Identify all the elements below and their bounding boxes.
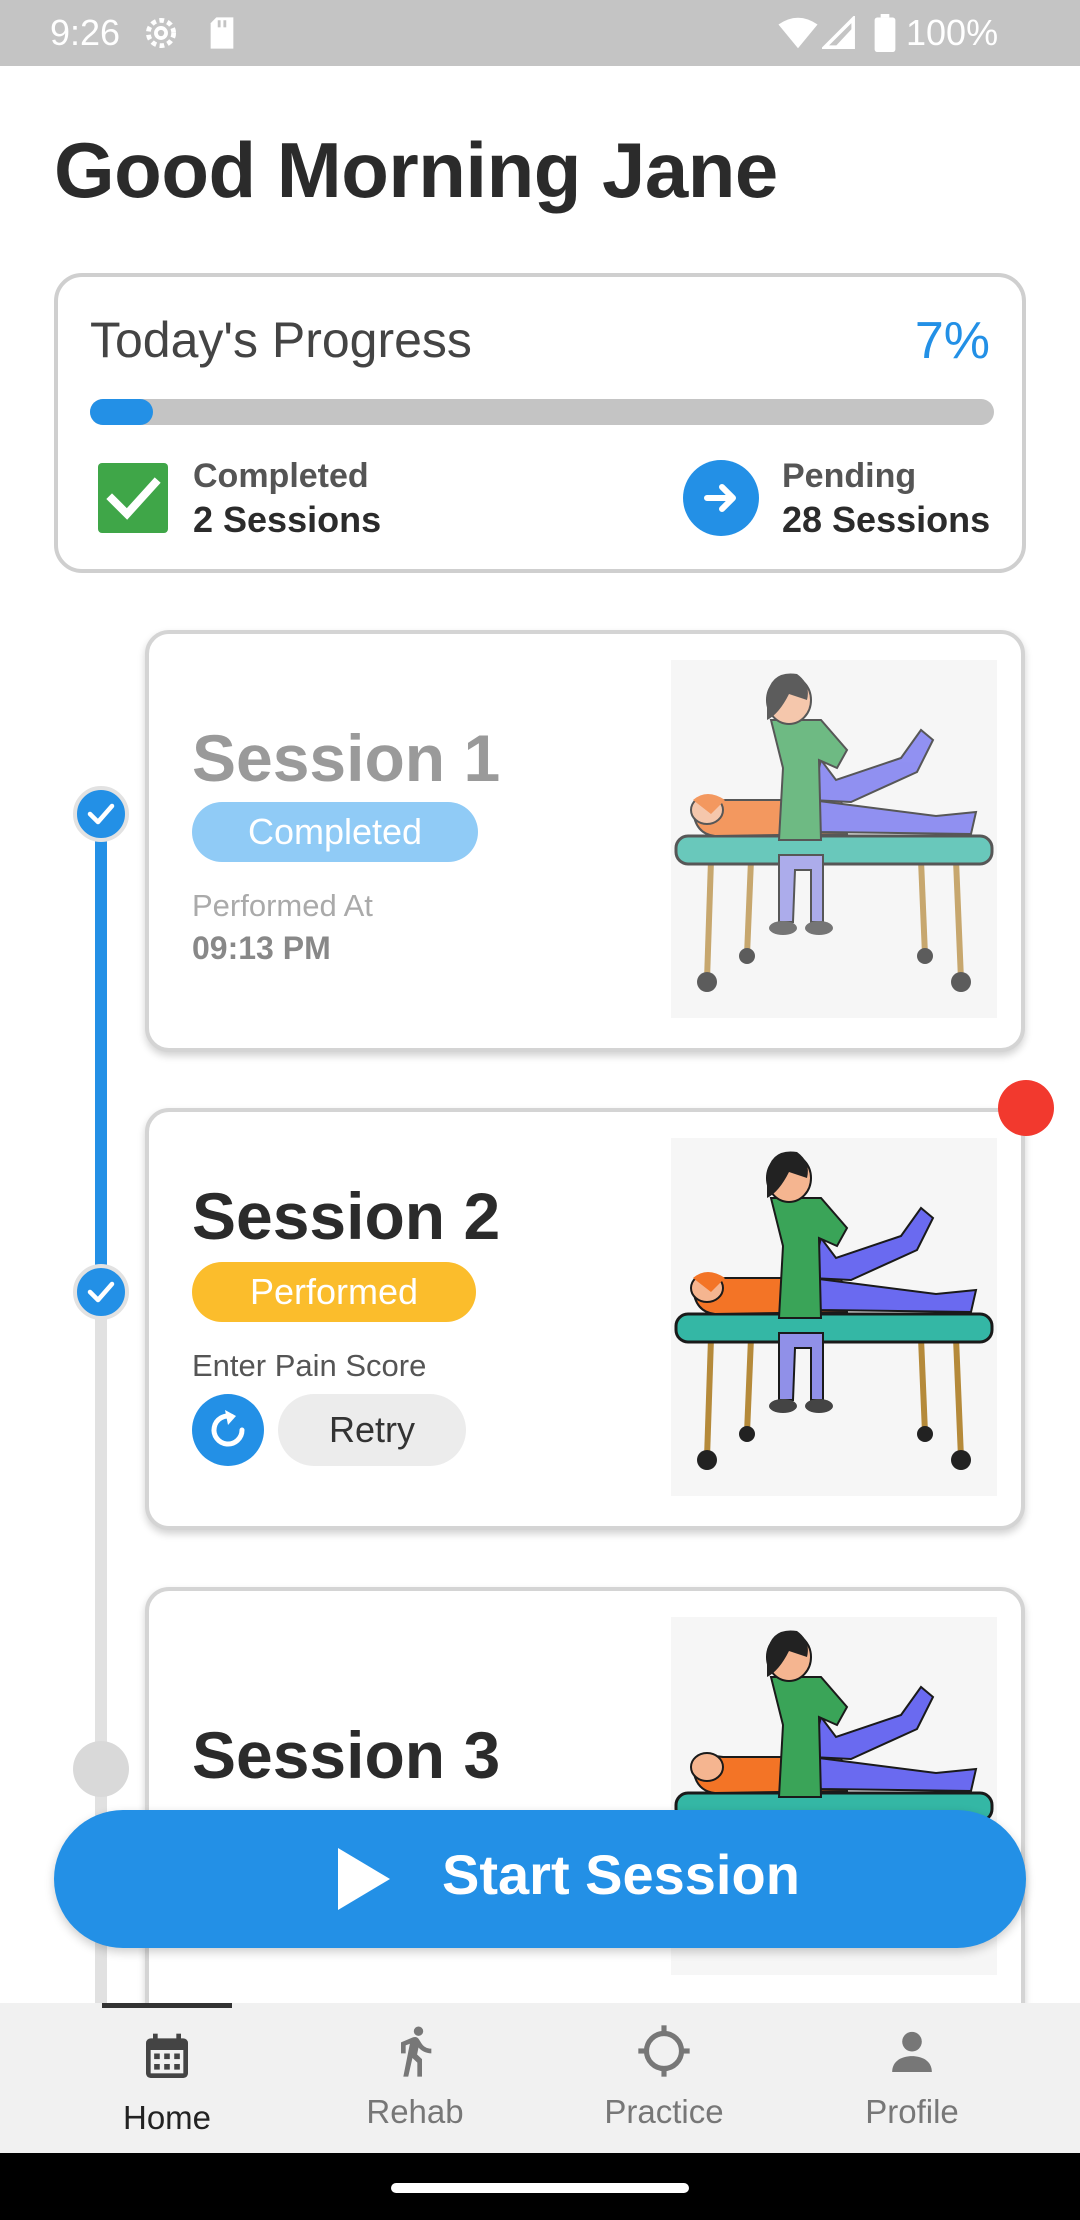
walking-icon [401, 2026, 432, 2077]
performed-time: 09:13 PM [192, 930, 331, 966]
wifi-icon [778, 17, 818, 49]
nav-practice[interactable]: Practice [564, 2003, 764, 2153]
session-title: Session 3 [192, 1718, 501, 1792]
status-time: 9:26 [50, 12, 121, 53]
bottom-navigation: Home Rehab Practice Profile [0, 2003, 1080, 2153]
sd-card-icon [210, 17, 234, 49]
battery-percent: 100% [906, 12, 999, 53]
session-title: Session 2 [192, 1179, 501, 1253]
timeline-dot-session-1 [73, 786, 129, 842]
session-card-3[interactable]: Session 3 [145, 1587, 1025, 2027]
notification-dot [998, 1080, 1054, 1136]
calendar-icon [146, 2033, 188, 2078]
progress-bar [90, 399, 994, 425]
retry-icon[interactable] [192, 1394, 264, 1466]
nav-label: Practice [604, 2093, 724, 2130]
nav-home[interactable]: Home [67, 2003, 267, 2153]
retry-button[interactable]: Retry [278, 1394, 466, 1466]
timeline-dot-session-3 [73, 1741, 129, 1797]
settings-gear-icon [145, 17, 177, 49]
progress-percent: 7% [914, 312, 990, 370]
status-bar: 9:26 100% [0, 0, 1080, 66]
status-badge: Completed [192, 802, 478, 862]
battery-icon [874, 14, 896, 52]
physiotherapy-illustration-icon [671, 1138, 997, 1496]
system-gesture-bar [0, 2153, 1080, 2220]
completed-check-icon [98, 463, 168, 533]
home-gesture-handle[interactable] [391, 2183, 689, 2193]
cell-signal-icon [822, 16, 855, 49]
nav-label: Home [122, 2099, 212, 2136]
arrow-right-icon [683, 460, 759, 536]
nav-rehab[interactable]: Rehab [315, 2003, 515, 2153]
person-icon [892, 2031, 932, 2072]
timeline-dot-session-2 [73, 1264, 129, 1320]
pending-label: Pending [782, 457, 917, 495]
completed-value: 2 Sessions [193, 499, 382, 540]
nav-label: Rehab [366, 2093, 464, 2130]
progress-bar-fill [90, 399, 154, 425]
nav-label: Profile [865, 2093, 959, 2130]
progress-card: Today's Progress 7% Completed 2 Sessions… [54, 273, 1026, 573]
nav-profile[interactable]: Profile [812, 2003, 1012, 2153]
session-card-2[interactable]: Session 2 Performed Enter Pain Score Ret… [145, 1108, 1025, 1530]
crosshair-icon [638, 2025, 690, 2077]
start-session-label: Start Session [442, 1843, 800, 1906]
completed-label: Completed [193, 457, 369, 495]
status-badge: Performed [192, 1262, 476, 1322]
session-title: Session 1 [192, 721, 501, 795]
session-card-1[interactable]: Session 1 Completed Performed At 09:13 P… [145, 630, 1025, 1052]
start-session-button[interactable]: Start Session [54, 1810, 1026, 1948]
progress-title: Today's Progress [90, 312, 472, 368]
performed-at-label: Performed At [192, 888, 373, 923]
pain-score-label[interactable]: Enter Pain Score [192, 1348, 426, 1384]
greeting-title: Good Morning Jane [54, 126, 778, 214]
physiotherapy-illustration-icon [671, 660, 997, 1018]
pending-value: 28 Sessions [782, 499, 991, 540]
timeline-line-active [95, 814, 107, 1292]
play-icon [338, 1848, 390, 1910]
